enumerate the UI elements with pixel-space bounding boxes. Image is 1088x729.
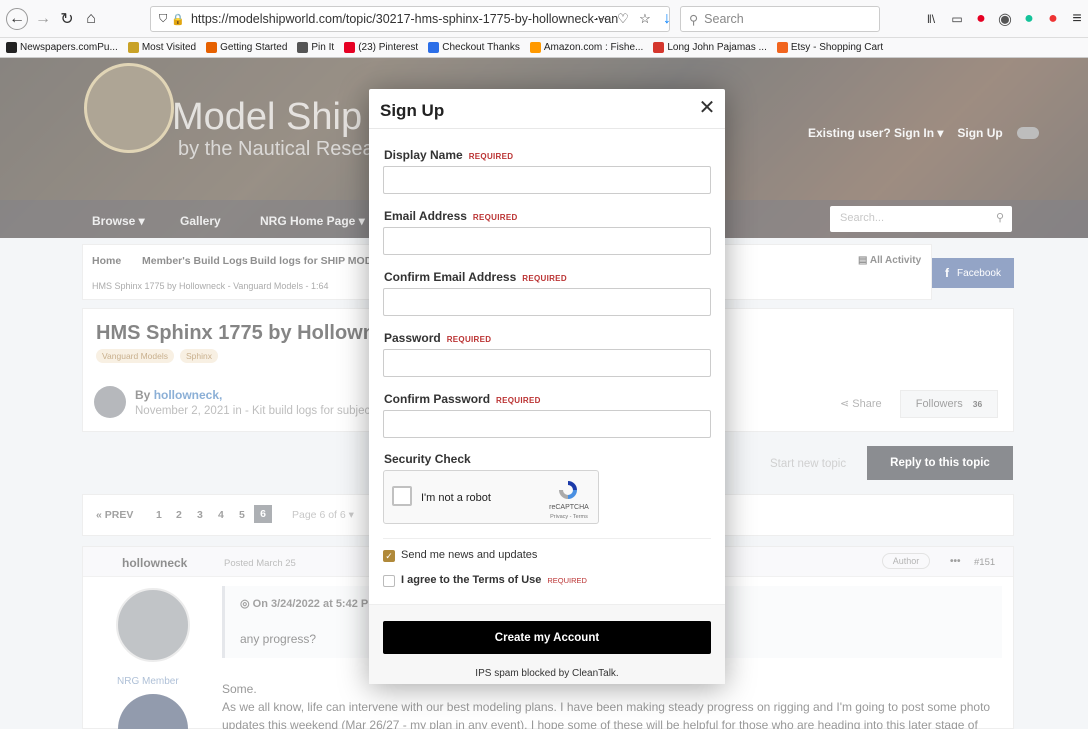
display-name-label-text: Display Name xyxy=(384,148,463,162)
bookmark-icon xyxy=(127,42,139,53)
bookmark-icon xyxy=(6,42,17,53)
bookmark-icon xyxy=(529,42,541,53)
spam-note: IPS spam blocked by CleanTalk. xyxy=(475,668,619,679)
required-badge: REQUIRED xyxy=(522,274,567,283)
display-name-input[interactable] xyxy=(383,166,711,194)
search-icon: ⚲ xyxy=(689,12,699,27)
required-badge: REQUIRED xyxy=(472,213,518,222)
download-icon[interactable]: ↓ xyxy=(656,8,678,30)
email-label-text: Email Address xyxy=(384,209,467,223)
confirm-email-input[interactable] xyxy=(383,288,711,316)
sidebar-icon[interactable]: ▭ xyxy=(946,8,968,30)
email-label: Email Address REQUIRED xyxy=(384,209,518,223)
grammarly-icon[interactable]: ● xyxy=(1018,8,1040,30)
pocket-icon[interactable]: ♡ xyxy=(612,8,634,30)
bookmark-label: Getting Started xyxy=(220,42,288,53)
confirm-email-label: Confirm Email Address REQUIRED xyxy=(384,270,567,284)
required-badge: REQUIRED xyxy=(468,152,514,161)
reload-icon[interactable]: ↻ xyxy=(56,8,78,30)
bookmark-star-icon[interactable]: ☆ xyxy=(634,8,656,30)
required-badge: REQUIRED xyxy=(446,335,492,344)
create-account-button[interactable]: Create my Account xyxy=(383,621,711,654)
confirm-password-label: Confirm Password REQUIRED xyxy=(384,392,541,406)
modal-title: Sign Up xyxy=(380,101,445,120)
terms-label[interactable]: I agree to the Terms of Use REQUIRED xyxy=(401,574,587,586)
bookmark-label: Long John Pajamas ... xyxy=(667,42,767,53)
terms-checkbox[interactable] xyxy=(383,575,395,587)
page-actions-icon[interactable]: ⋯ xyxy=(590,8,612,30)
back-icon[interactable]: ← xyxy=(6,8,28,30)
password-label: Password REQUIRED xyxy=(384,331,491,345)
browser-toolbar: ← → ↻ ⌂ ⛉ 🔒 https://modelshipworld.com/t… xyxy=(0,0,1088,38)
bookmark-item[interactable]: Newspapers.comPu... xyxy=(6,42,118,53)
bookmark-label: Etsy - Shopping Cart xyxy=(790,42,884,53)
url-text: https://modelshipworld.com/topic/30217-h… xyxy=(190,12,619,26)
check-icon: ✓ xyxy=(385,550,393,561)
email-input[interactable] xyxy=(383,227,711,255)
adblock-icon[interactable]: ● xyxy=(1042,8,1064,30)
recaptcha-checkbox[interactable] xyxy=(392,486,412,506)
bookmark-icon xyxy=(428,42,440,53)
modal-divider xyxy=(383,538,711,539)
bookmark-label: Checkout Thanks xyxy=(442,42,520,53)
display-name-label: Display Name REQUIRED xyxy=(384,148,513,162)
password-label-text: Password xyxy=(384,331,441,345)
bookmark-item[interactable]: Most Visited xyxy=(127,42,197,53)
shield-icon[interactable]: ⛉ xyxy=(159,13,167,26)
browser-search-input[interactable]: ⚲ Search xyxy=(680,6,880,32)
required-badge: REQUIRED xyxy=(547,576,587,585)
password-input[interactable] xyxy=(383,349,711,377)
recaptcha-brand: reCAPTCHA xyxy=(549,504,589,511)
bookmark-item[interactable]: Etsy - Shopping Cart xyxy=(776,42,884,53)
modal-divider xyxy=(369,128,725,129)
close-icon[interactable]: ✕ xyxy=(697,97,717,119)
pinterest-icon[interactable]: ● xyxy=(970,8,992,30)
bookmark-icon xyxy=(206,42,218,53)
bookmark-item[interactable]: Getting Started xyxy=(206,42,287,53)
bookmark-label: (23) Pinterest xyxy=(358,42,419,53)
recaptcha-terms[interactable]: Privacy - Terms xyxy=(549,514,589,520)
menu-icon[interactable]: ≡ xyxy=(1066,8,1088,30)
bookmark-label: Amazon.com : Fishe... xyxy=(543,42,644,53)
lock-icon: 🔒 xyxy=(171,13,185,26)
extension-icon[interactable]: ◉ xyxy=(994,8,1016,30)
bookmark-label: Pin It xyxy=(311,42,335,53)
recaptcha-label: I'm not a robot xyxy=(421,492,491,504)
library-icon[interactable]: ‖\ xyxy=(920,8,942,30)
bookmark-item[interactable]: Pin It xyxy=(297,42,334,53)
bookmark-item[interactable]: Amazon.com : Fishe... xyxy=(529,42,644,53)
required-badge: REQUIRED xyxy=(496,396,541,405)
bookmark-item[interactable]: (23) Pinterest xyxy=(344,42,418,53)
security-check-label: Security Check xyxy=(384,452,471,466)
confirm-password-input[interactable] xyxy=(383,410,711,438)
forward-icon[interactable]: → xyxy=(32,8,54,30)
bookmark-item[interactable]: Long John Pajamas ... xyxy=(653,42,767,53)
bookmarks-bar: Newspapers.comPu... Most Visited Getting S… xyxy=(0,38,1088,58)
news-label[interactable]: Send me news and updates xyxy=(401,549,537,561)
bookmark-icon xyxy=(776,42,788,53)
bookmark-label: Most Visited xyxy=(141,42,197,53)
search-placeholder: Search xyxy=(704,12,744,26)
bookmark-label: Newspapers.comPu... xyxy=(20,42,118,53)
home-icon[interactable]: ⌂ xyxy=(80,8,102,30)
bookmark-icon xyxy=(297,42,309,53)
confirm-password-label-text: Confirm Password xyxy=(384,392,491,406)
news-checkbox[interactable]: ✓ xyxy=(383,550,395,562)
bookmark-icon xyxy=(653,42,665,53)
confirm-email-label-text: Confirm Email Address xyxy=(384,270,517,284)
bookmark-item[interactable]: Checkout Thanks xyxy=(428,42,520,53)
recaptcha-icon xyxy=(559,481,577,499)
bookmark-icon xyxy=(344,42,356,53)
terms-label-text[interactable]: I agree to the Terms of Use xyxy=(401,574,541,586)
